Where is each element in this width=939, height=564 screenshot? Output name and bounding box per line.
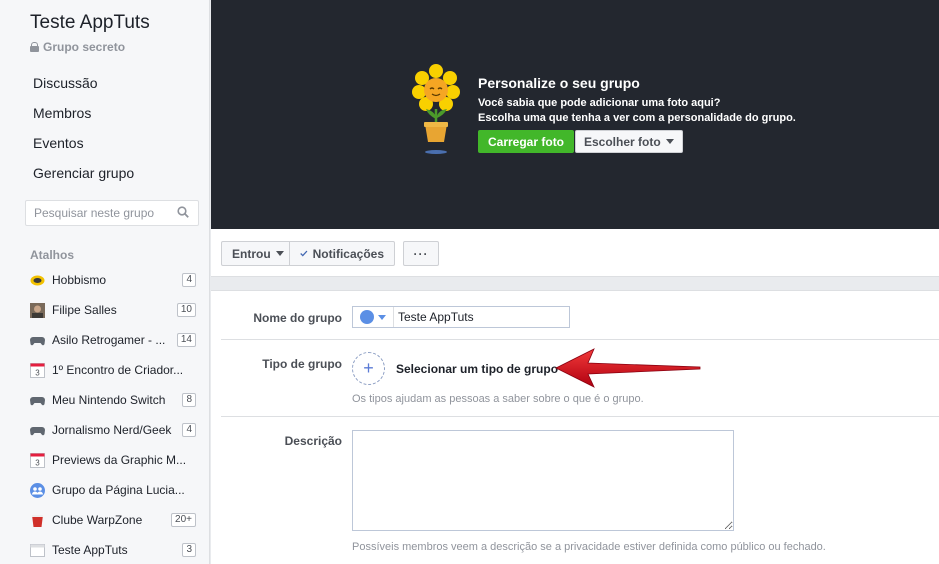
upload-photo-button[interactable]: Carregar foto bbox=[478, 130, 575, 153]
shortcut-label: Meu Nintendo Switch bbox=[52, 393, 166, 407]
shortcut-label: Jornalismo Nerd/Geek bbox=[52, 423, 172, 437]
calendar-icon: 3 bbox=[30, 362, 45, 378]
shortcut-item[interactable]: Asilo Retrogamer - ... 14 bbox=[30, 330, 196, 350]
shortcut-label: Previews da Graphic M... bbox=[52, 453, 187, 467]
shortcut-badge: 8 bbox=[182, 393, 196, 407]
cover-text-line2: Escolha uma que tenha a ver com a person… bbox=[478, 112, 796, 124]
divider bbox=[221, 416, 939, 417]
gamepad-icon bbox=[30, 336, 45, 345]
group-icon bbox=[30, 482, 45, 498]
shortcut-item[interactable]: Grupo da Página Lucia... bbox=[30, 480, 196, 500]
shortcut-badge: 10 bbox=[176, 303, 196, 317]
hobbismo-icon bbox=[30, 275, 45, 285]
more-options-button[interactable]: ··· bbox=[403, 241, 439, 266]
shortcut-badge: 3 bbox=[182, 543, 196, 557]
chevron-down-icon bbox=[665, 139, 674, 144]
notifications-label: Notificações bbox=[312, 246, 384, 261]
shortcut-badge: 4 bbox=[182, 273, 196, 287]
privacy-picker[interactable] bbox=[353, 307, 394, 327]
shortcut-badge: 14 bbox=[176, 333, 196, 347]
nav-membros[interactable]: Membros bbox=[33, 105, 91, 121]
svg-text:3: 3 bbox=[35, 458, 40, 467]
joined-label: Entrou bbox=[232, 246, 271, 261]
flower-illustration bbox=[412, 64, 460, 154]
group-type-label: Tipo de grupo bbox=[262, 357, 342, 371]
group-name[interactable]: Teste AppTuts bbox=[30, 12, 150, 34]
group-name-label: Nome do grupo bbox=[253, 311, 342, 325]
svg-text:3: 3 bbox=[35, 368, 40, 377]
shortcut-label: Filipe Salles bbox=[52, 303, 117, 317]
shortcut-label: Grupo da Página Lucia... bbox=[52, 483, 185, 497]
notifications-button[interactable]: Notificações bbox=[289, 241, 395, 266]
choose-photo-label: Escolher foto bbox=[584, 134, 661, 149]
gamepad-icon bbox=[30, 396, 45, 405]
search-icon[interactable] bbox=[177, 206, 189, 218]
shortcut-badge: 20+ bbox=[171, 513, 196, 527]
left-sidebar: Teste AppTuts Grupo secreto Discussão Me… bbox=[0, 0, 210, 564]
joined-button[interactable]: Entrou bbox=[221, 241, 290, 266]
shortcut-item[interactable]: Filipe Salles 10 bbox=[30, 300, 196, 320]
shortcut-item[interactable]: 3 Previews da Graphic M... bbox=[30, 450, 196, 470]
group-window-icon bbox=[30, 543, 45, 557]
shortcut-label: 1º Encontro de Criador... bbox=[52, 363, 184, 377]
profile-photo-icon bbox=[30, 302, 45, 318]
lock-icon bbox=[30, 42, 39, 52]
shortcut-label: Hobbismo bbox=[52, 273, 107, 287]
shortcut-item[interactable]: Teste AppTuts 3 bbox=[30, 540, 196, 560]
select-group-type-link[interactable]: Selecionar um tipo de grupo bbox=[396, 362, 558, 376]
chevron-down-icon bbox=[378, 314, 386, 320]
group-icon bbox=[360, 310, 374, 324]
description-label: Descrição bbox=[284, 434, 342, 448]
chevron-down-icon bbox=[275, 251, 284, 256]
check-icon bbox=[300, 250, 308, 257]
group-name-input[interactable] bbox=[394, 308, 569, 326]
calendar-icon: 3 bbox=[30, 452, 45, 468]
shortcut-label: Clube WarpZone bbox=[52, 513, 143, 527]
cover-title: Personalize o seu grupo bbox=[478, 75, 640, 91]
group-settings-form: Nome do grupo Tipo de grupo + Selecionar… bbox=[211, 290, 939, 564]
group-search-input[interactable] bbox=[25, 200, 199, 226]
cover-text-line1: Você sabia que pode adicionar uma foto a… bbox=[478, 97, 721, 109]
gamepad-icon bbox=[30, 426, 45, 435]
shortcuts-heading: Atalhos bbox=[30, 248, 75, 262]
shortcut-item[interactable]: Clube WarpZone 20+ bbox=[30, 510, 196, 530]
group-name-field bbox=[352, 306, 570, 328]
shortcut-item[interactable]: Jornalismo Nerd/Geek 4 bbox=[30, 420, 196, 440]
red-arrow-icon bbox=[555, 348, 701, 388]
group-privacy: Grupo secreto bbox=[30, 40, 125, 54]
shortcut-badge: 4 bbox=[182, 423, 196, 437]
cover-photo-area: Personalize o seu grupo Você sabia que p… bbox=[211, 0, 939, 229]
divider bbox=[221, 339, 939, 340]
shortcut-item[interactable]: Hobbismo 4 bbox=[30, 270, 196, 290]
description-textarea[interactable] bbox=[352, 430, 734, 531]
group-type-helper: Os tipos ajudam as pessoas a saber sobre… bbox=[352, 393, 644, 405]
description-helper: Possíveis membros veem a descrição se a … bbox=[352, 541, 826, 553]
nav-discussao[interactable]: Discussão bbox=[33, 75, 98, 91]
nav-gerenciar-grupo[interactable]: Gerenciar grupo bbox=[33, 165, 134, 181]
more-icon: ··· bbox=[413, 246, 429, 261]
cup-icon bbox=[32, 514, 43, 527]
choose-photo-button[interactable]: Escolher foto bbox=[575, 130, 683, 153]
group-privacy-label: Grupo secreto bbox=[43, 40, 126, 54]
nav-eventos[interactable]: Eventos bbox=[33, 135, 84, 151]
shortcut-label: Asilo Retrogamer - ... bbox=[52, 333, 166, 347]
group-action-bar: Entrou Notificações ··· bbox=[211, 229, 939, 277]
shortcut-item[interactable]: Meu Nintendo Switch 8 bbox=[30, 390, 196, 410]
shortcut-item[interactable]: 3 1º Encontro de Criador... bbox=[30, 360, 196, 380]
add-type-button[interactable]: + bbox=[352, 352, 385, 385]
shortcut-label: Teste AppTuts bbox=[52, 543, 128, 557]
